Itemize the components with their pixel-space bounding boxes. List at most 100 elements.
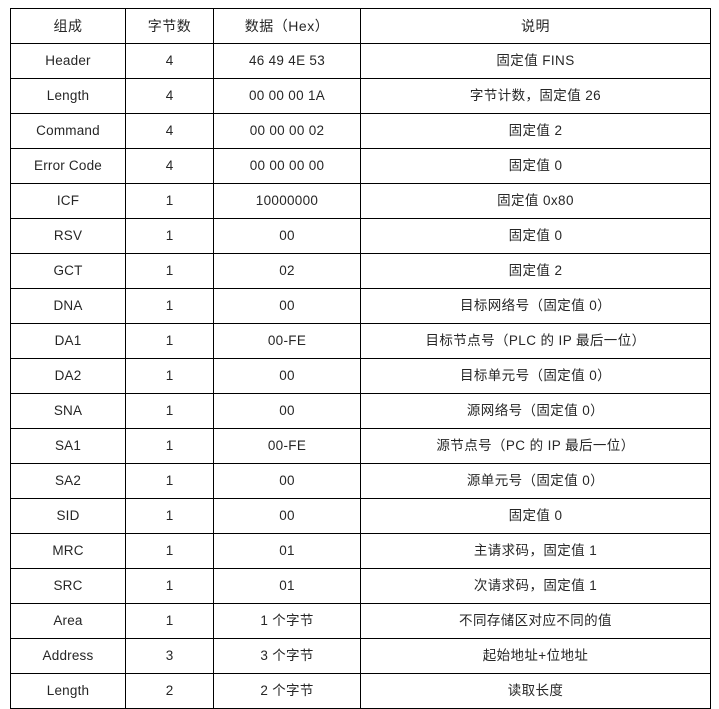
cell-hex-data: 00 [213, 358, 361, 394]
table-row: SRC 1 01 次请求码，固定值 1 [10, 568, 711, 604]
cell-byte-count: 2 [125, 673, 214, 709]
table-row: SID 1 00 固定值 0 [10, 498, 711, 534]
table-row: Area 1 1 个字节 不同存储区对应不同的值 [10, 603, 711, 639]
table-row: DNA 1 00 目标网络号（固定值 0） [10, 288, 711, 324]
cell-component-name: RSV [10, 218, 126, 254]
cell-hex-data: 10000000 [213, 183, 361, 219]
cell-component-name: SNA [10, 393, 126, 429]
cell-byte-count: 3 [125, 638, 214, 674]
cell-byte-count: 1 [125, 253, 214, 289]
cell-component-name: SRC [10, 568, 126, 604]
table-row: ICF 1 10000000 固定值 0x80 [10, 183, 711, 219]
cell-byte-count: 1 [125, 568, 214, 604]
table-row: SA2 1 00 源单元号（固定值 0） [10, 463, 711, 499]
table-row: Length 2 2 个字节 读取长度 [10, 673, 711, 709]
cell-description: 字节计数，固定值 26 [360, 78, 711, 114]
cell-hex-data: 00-FE [213, 428, 361, 464]
table-header: 组成 字节数 数据（Hex） 说明 [10, 8, 711, 44]
cell-component-name: Length [10, 673, 126, 709]
cell-component-name: Length [10, 78, 126, 114]
cell-component-name: Header [10, 43, 126, 79]
column-header-desc: 说明 [360, 8, 711, 44]
cell-hex-data: 46 49 4E 53 [213, 43, 361, 79]
cell-description: 不同存储区对应不同的值 [360, 603, 711, 639]
cell-description: 读取长度 [360, 673, 711, 709]
cell-hex-data: 00 [213, 498, 361, 534]
cell-description: 固定值 FINS [360, 43, 711, 79]
fins-frame-structure-table: 组成 字节数 数据（Hex） 说明 Header 4 46 49 4E 53 固定值 … [10, 8, 711, 709]
cell-component-name: SID [10, 498, 126, 534]
cell-byte-count: 4 [125, 43, 214, 79]
cell-hex-data: 00 [213, 463, 361, 499]
cell-byte-count: 1 [125, 603, 214, 639]
fins-table-container: 组成 字节数 数据（Hex） 说明 Header 4 46 49 4E 53 固定值 … [10, 8, 711, 709]
table-row: Address 3 3 个字节 起始地址+位地址 [10, 638, 711, 674]
cell-hex-data: 00 [213, 393, 361, 429]
cell-byte-count: 1 [125, 323, 214, 359]
table-row: SNA 1 00 源网络号（固定值 0） [10, 393, 711, 429]
cell-description: 固定值 2 [360, 113, 711, 149]
table-row: GCT 1 02 固定值 2 [10, 253, 711, 289]
cell-description: 起始地址+位地址 [360, 638, 711, 674]
cell-component-name: DNA [10, 288, 126, 324]
cell-hex-data: 02 [213, 253, 361, 289]
page-root: 组成 字节数 数据（Hex） 说明 Header 4 46 49 4E 53 固定值 … [0, 0, 719, 709]
cell-byte-count: 1 [125, 533, 214, 569]
cell-component-name: SA2 [10, 463, 126, 499]
table-row: DA2 1 00 目标单元号（固定值 0） [10, 358, 711, 394]
cell-byte-count: 1 [125, 218, 214, 254]
cell-description: 目标单元号（固定值 0） [360, 358, 711, 394]
table-row: DA1 1 00-FE 目标节点号（PLC 的 IP 最后一位） [10, 323, 711, 359]
cell-byte-count: 4 [125, 78, 214, 114]
cell-component-name: DA1 [10, 323, 126, 359]
cell-description: 源节点号（PC 的 IP 最后一位） [360, 428, 711, 464]
table-row: Error Code 4 00 00 00 00 固定值 0 [10, 148, 711, 184]
table-row: Header 4 46 49 4E 53 固定值 FINS [10, 43, 711, 79]
cell-component-name: Error Code [10, 148, 126, 184]
column-header-name: 组成 [10, 8, 126, 44]
cell-component-name: Area [10, 603, 126, 639]
cell-description: 固定值 0 [360, 498, 711, 534]
cell-component-name: SA1 [10, 428, 126, 464]
cell-byte-count: 1 [125, 428, 214, 464]
cell-description: 目标节点号（PLC 的 IP 最后一位） [360, 323, 711, 359]
cell-component-name: Command [10, 113, 126, 149]
cell-description: 固定值 0 [360, 218, 711, 254]
cell-description: 源网络号（固定值 0） [360, 393, 711, 429]
cell-byte-count: 1 [125, 183, 214, 219]
cell-hex-data: 00 [213, 218, 361, 254]
cell-component-name: DA2 [10, 358, 126, 394]
cell-hex-data: 01 [213, 568, 361, 604]
cell-description: 次请求码，固定值 1 [360, 568, 711, 604]
cell-component-name: MRC [10, 533, 126, 569]
cell-byte-count: 4 [125, 113, 214, 149]
cell-hex-data: 00 00 00 02 [213, 113, 361, 149]
cell-hex-data: 00-FE [213, 323, 361, 359]
cell-description: 固定值 0 [360, 148, 711, 184]
cell-description: 源单元号（固定值 0） [360, 463, 711, 499]
cell-component-name: Address [10, 638, 126, 674]
cell-byte-count: 1 [125, 358, 214, 394]
table-row: Command 4 00 00 00 02 固定值 2 [10, 113, 711, 149]
cell-hex-data: 00 00 00 00 [213, 148, 361, 184]
column-header-data: 数据（Hex） [213, 8, 361, 44]
cell-byte-count: 1 [125, 288, 214, 324]
cell-byte-count: 1 [125, 498, 214, 534]
cell-hex-data: 00 [213, 288, 361, 324]
cell-byte-count: 1 [125, 393, 214, 429]
cell-byte-count: 1 [125, 463, 214, 499]
table-row: SA1 1 00-FE 源节点号（PC 的 IP 最后一位） [10, 428, 711, 464]
cell-byte-count: 4 [125, 148, 214, 184]
cell-description: 主请求码，固定值 1 [360, 533, 711, 569]
cell-component-name: ICF [10, 183, 126, 219]
table-header-row: 组成 字节数 数据（Hex） 说明 [10, 8, 711, 44]
cell-hex-data: 3 个字节 [213, 638, 361, 674]
column-header-bytes: 字节数 [125, 8, 214, 44]
table-row: MRC 1 01 主请求码，固定值 1 [10, 533, 711, 569]
cell-description: 固定值 2 [360, 253, 711, 289]
table-body: Header 4 46 49 4E 53 固定值 FINS Length 4 00 00 0… [10, 43, 711, 709]
cell-hex-data: 2 个字节 [213, 673, 361, 709]
table-row: RSV 1 00 固定值 0 [10, 218, 711, 254]
cell-component-name: GCT [10, 253, 126, 289]
cell-hex-data: 1 个字节 [213, 603, 361, 639]
